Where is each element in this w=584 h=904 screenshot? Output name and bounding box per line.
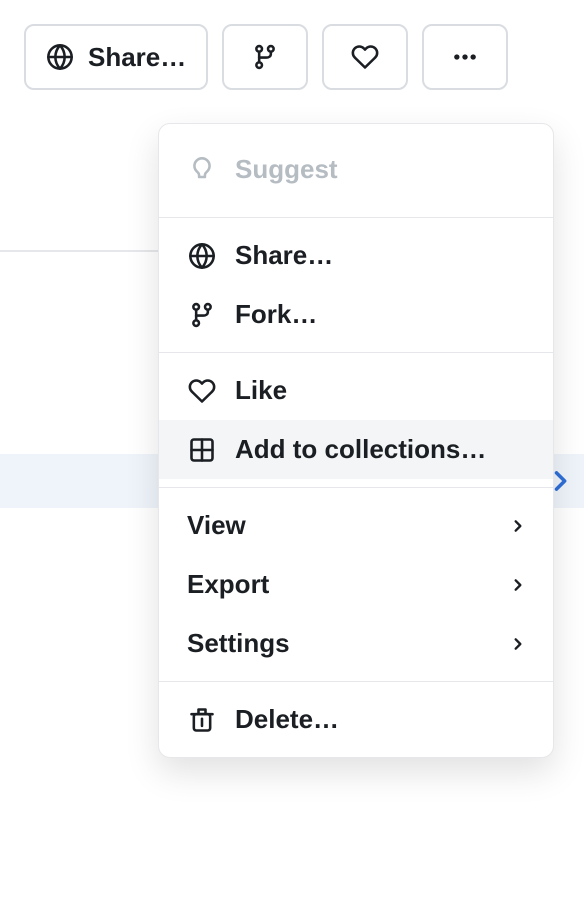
like-button[interactable] [322, 24, 408, 90]
menu-item-label: Fork… [235, 299, 525, 330]
lightbulb-icon [187, 156, 217, 184]
menu-section-view: View Export Settings [159, 488, 553, 681]
more-menu: Suggest Share… [158, 123, 554, 758]
menu-section-suggest: Suggest [159, 124, 553, 217]
menu-item-export[interactable]: Export [159, 555, 553, 614]
share-button[interactable]: Share… [24, 24, 208, 90]
toolbar: Share… [0, 0, 584, 114]
menu-item-fork[interactable]: Fork… [159, 285, 553, 344]
menu-item-share[interactable]: Share… [159, 226, 553, 285]
fork-icon [251, 43, 279, 71]
menu-item-like[interactable]: Like [159, 361, 553, 420]
heart-icon [351, 43, 379, 71]
more-button[interactable] [422, 24, 508, 90]
menu-item-view[interactable]: View [159, 496, 553, 555]
heart-icon [187, 377, 217, 405]
menu-item-label: Suggest [235, 154, 525, 185]
chevron-right-icon [511, 578, 525, 592]
menu-section-share: Share… Fork… [159, 218, 553, 352]
menu-item-settings[interactable]: Settings [159, 614, 553, 673]
menu-item-add-to-collections[interactable]: Add to collections… [159, 420, 553, 479]
chevron-right-icon [511, 519, 525, 533]
menu-item-delete[interactable]: Delete… [159, 690, 553, 749]
menu-item-label: Share… [235, 240, 525, 271]
globe-icon [46, 43, 74, 71]
menu-section-like: Like Add to collections… [159, 353, 553, 487]
globe-icon [187, 242, 217, 270]
chevron-right-icon [511, 637, 525, 651]
grid-icon [187, 436, 217, 464]
menu-item-label: Settings [187, 628, 493, 659]
fork-button[interactable] [222, 24, 308, 90]
menu-item-label: Like [235, 375, 525, 406]
menu-item-label: Delete… [235, 704, 525, 735]
fork-icon [187, 301, 217, 329]
menu-item-label: Export [187, 569, 493, 600]
menu-section-delete: Delete… [159, 682, 553, 757]
share-button-label: Share… [88, 42, 186, 73]
menu-item-suggest: Suggest [159, 154, 553, 185]
menu-item-label: Add to collections… [235, 434, 525, 465]
more-horizontal-icon [449, 43, 481, 71]
trash-icon [187, 706, 217, 734]
background-divider [0, 250, 160, 252]
menu-item-label: View [187, 510, 493, 541]
